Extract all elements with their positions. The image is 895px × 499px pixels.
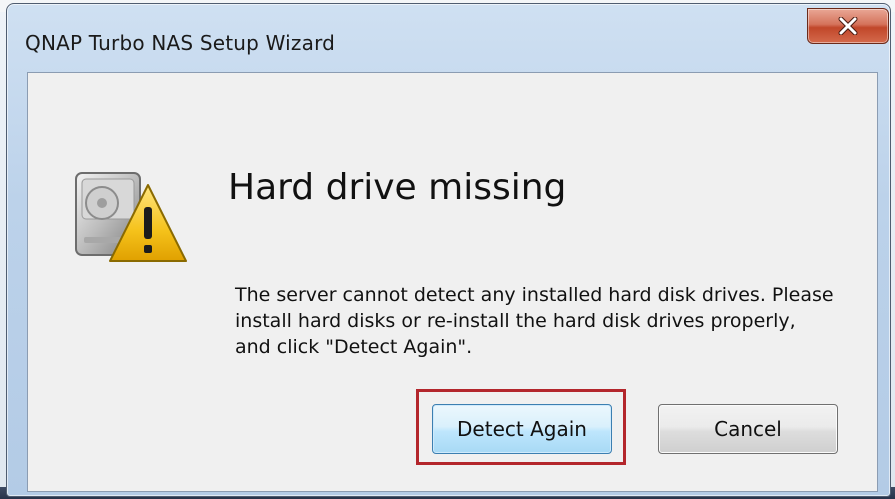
window-title: QNAP Turbo NAS Setup Wizard <box>25 31 336 55</box>
dialog-heading: Hard drive missing <box>228 167 567 208</box>
title-bar[interactable]: QNAP Turbo NAS Setup Wizard <box>7 4 890 72</box>
dialog-message: The server cannot detect any installed h… <box>235 284 834 358</box>
dialog-content: Hard drive missing The server cannot det… <box>27 72 878 492</box>
hard-drive-warning-icon <box>75 172 187 262</box>
setup-wizard-window: QNAP Turbo NAS Setup Wizard Hard drive m… <box>6 3 891 497</box>
detect-again-button[interactable]: Detect Again <box>432 404 612 454</box>
close-button[interactable] <box>807 8 889 44</box>
cancel-button[interactable]: Cancel <box>658 404 838 454</box>
close-icon <box>838 17 858 35</box>
